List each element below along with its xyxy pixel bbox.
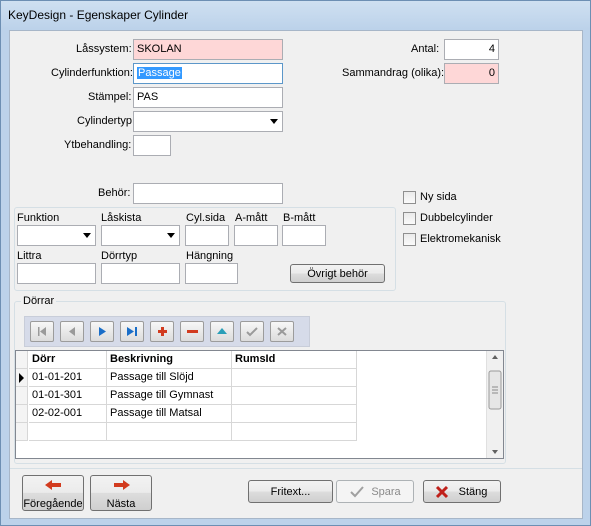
elektromekanisk-checkbox[interactable] (403, 233, 416, 246)
table-cell[interactable]: Passage till Matsal (107, 405, 232, 423)
antal-label: Antal: (411, 43, 440, 55)
table-cell[interactable] (232, 369, 357, 387)
antal-field[interactable]: 4 (444, 39, 499, 60)
lassystem-label: Låssystem: (76, 43, 132, 55)
cylindertyp-label: Cylindertyp: (77, 115, 136, 127)
fritext-button[interactable]: Fritext... (248, 480, 333, 503)
hangning-label: Hängning (186, 250, 234, 262)
table-cell[interactable] (232, 405, 357, 423)
cylinderfunktion-label: Cylinderfunktion: (51, 67, 133, 79)
dorrtyp-label: Dörrtyp (101, 250, 138, 262)
chevron-down-icon (270, 119, 278, 124)
table-cell[interactable]: Passage till Gymnast (107, 387, 232, 405)
arrow-right-icon (114, 480, 130, 490)
cylinderfunktion-field[interactable]: Passage (133, 63, 283, 84)
chevron-down-icon (83, 233, 91, 238)
ovrigt-behor-button[interactable]: Övrigt behör (290, 264, 385, 283)
cylindertyp-select[interactable] (133, 111, 283, 132)
previous-button[interactable]: Föregående (22, 475, 84, 511)
laskista-select[interactable] (101, 225, 180, 246)
dorrtyp-field[interactable] (101, 263, 180, 284)
column-header-rumsid[interactable]: RumsId (232, 351, 357, 369)
row-indicator[interactable] (16, 387, 28, 405)
behor-field[interactable] (133, 183, 283, 204)
littra-label: Littra (17, 250, 42, 262)
ny-sida-checkbox[interactable] (403, 191, 416, 204)
laskista-label: Låskista (101, 212, 142, 224)
funktion-select[interactable] (17, 225, 96, 246)
table-cell[interactable]: Passage till Slöjd (107, 369, 232, 387)
amatt-label: A-mått (235, 212, 268, 224)
edit-record-button[interactable] (210, 321, 234, 342)
prev-record-button[interactable] (60, 321, 84, 342)
grid-header-corner (16, 351, 28, 369)
minus-icon (187, 330, 198, 333)
next-record-button[interactable] (90, 321, 114, 342)
littra-field[interactable] (17, 263, 96, 284)
grid-scrollbar[interactable] (486, 351, 503, 458)
add-record-button[interactable] (150, 321, 174, 342)
last-icon (127, 327, 137, 336)
footer-divider (10, 468, 582, 469)
cylsida-label: Cyl.sida (186, 212, 226, 224)
stampel-field[interactable]: PAS (133, 87, 283, 108)
triangle-up-icon (217, 328, 227, 334)
title-bar[interactable]: KeyDesign - Egenskaper Cylinder (1, 1, 590, 29)
spara-button[interactable]: Spara (336, 480, 414, 503)
table-cell[interactable] (232, 387, 357, 405)
current-row-icon (19, 373, 24, 383)
scroll-down-icon (492, 450, 498, 454)
next-button[interactable]: Nästa (90, 475, 152, 511)
delete-record-button[interactable] (180, 321, 204, 342)
properties-window: KeyDesign - Egenskaper Cylinder Låssyste… (0, 0, 591, 526)
column-header-beskrivning[interactable]: Beskrivning (107, 351, 232, 369)
table-cell[interactable]: 01-01-201 (29, 369, 107, 387)
post-record-button[interactable] (240, 321, 264, 342)
cylsida-field[interactable] (185, 225, 229, 246)
check-icon (246, 327, 258, 337)
next-icon (99, 327, 106, 336)
ytbehandling-label: Ytbehandling: (64, 139, 132, 151)
column-header-dorr[interactable]: Dörr (29, 351, 107, 369)
table-cell[interactable]: 01-01-301 (29, 387, 107, 405)
plus-icon (158, 327, 167, 336)
table-cell[interactable] (29, 423, 107, 441)
row-indicator[interactable] (16, 405, 28, 423)
funktion-label: Funktion (17, 212, 60, 224)
table-cell[interactable] (232, 423, 357, 441)
sammandrag-label: Sammandrag (olika): (342, 67, 445, 79)
ytbehandling-field[interactable] (133, 135, 171, 156)
scroll-up-icon (492, 355, 498, 359)
amatt-field[interactable] (234, 225, 278, 246)
chevron-down-icon (167, 233, 175, 238)
bmatt-label: B-mått (283, 212, 316, 224)
lassystem-field[interactable]: SKOLAN (133, 39, 283, 60)
behor-label: Behör: (98, 187, 131, 199)
dubbelcylinder-label: Dubbelcylinder (420, 212, 493, 224)
table-cell[interactable] (107, 423, 232, 441)
arrow-left-icon (45, 480, 61, 490)
x-icon (277, 327, 287, 336)
last-record-button[interactable] (120, 321, 144, 342)
cancel-record-button[interactable] (270, 321, 294, 342)
bmatt-field[interactable] (282, 225, 326, 246)
sammandrag-field[interactable]: 0 (444, 63, 499, 84)
window-title: KeyDesign - Egenskaper Cylinder (8, 8, 189, 22)
first-icon (38, 327, 46, 336)
dubbelcylinder-checkbox[interactable] (403, 212, 416, 225)
row-indicator[interactable] (16, 423, 28, 441)
doors-grid[interactable]: Dörr Beskrivning RumsId 01-01-201 Passag… (15, 350, 504, 459)
hangning-field[interactable] (185, 263, 238, 284)
row-indicator[interactable] (16, 369, 28, 387)
prev-icon (69, 327, 75, 336)
ny-sida-label: Ny sida (420, 191, 457, 203)
doors-group-label: Dörrar (21, 295, 57, 307)
first-record-button[interactable] (30, 321, 54, 342)
elektromekanisk-label: Elektromekanisk (420, 233, 501, 245)
table-cell[interactable]: 02-02-001 (29, 405, 107, 423)
dialog-body: Låssystem: SKOLAN Cylinderfunktion: Pass… (9, 30, 583, 519)
scrollbar-graphics (488, 355, 502, 454)
stampel-label: Stämpel: (88, 91, 132, 103)
stang-button[interactable]: Stäng (423, 480, 501, 503)
